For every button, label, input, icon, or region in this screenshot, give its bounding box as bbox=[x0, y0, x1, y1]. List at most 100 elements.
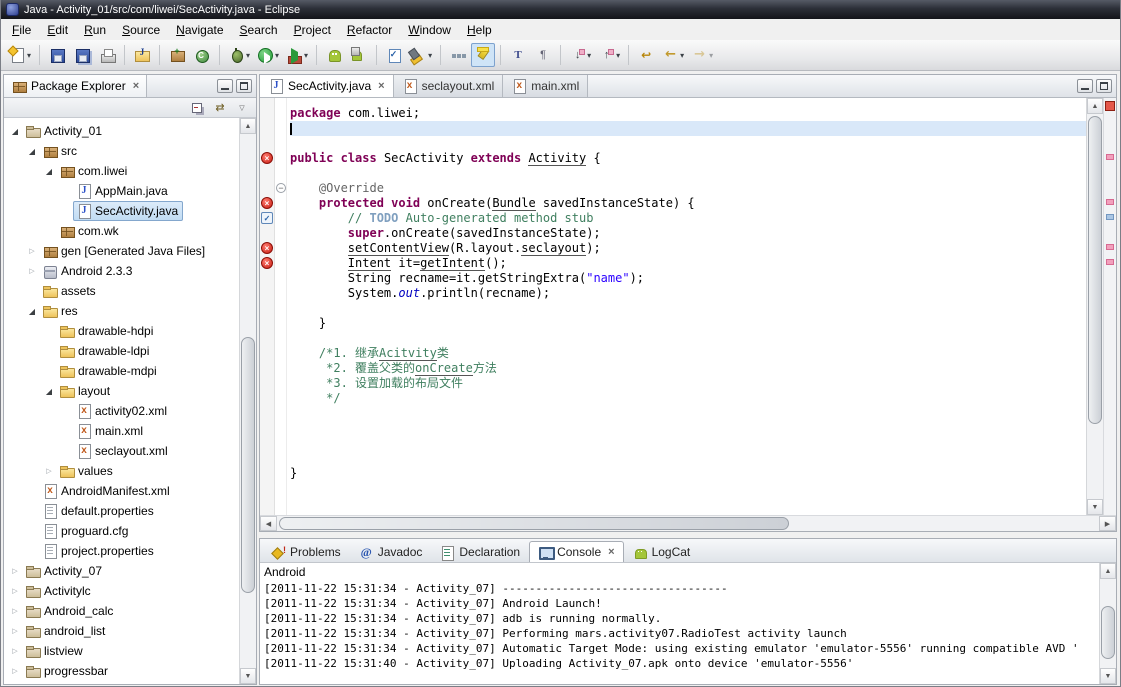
tree-item-gen-generated-java-files[interactable]: ▷gen [Generated Java Files] bbox=[4, 241, 239, 261]
tree-item-assets[interactable]: assets bbox=[4, 281, 239, 301]
menu-project[interactable]: Project bbox=[286, 21, 339, 39]
tree-item-com-liwei[interactable]: ◢com.liwei bbox=[4, 161, 239, 181]
close-tab-icon[interactable]: × bbox=[378, 80, 384, 92]
tree-scrollbar[interactable]: ▲ ▼ bbox=[239, 118, 256, 684]
overview-error-indicator[interactable] bbox=[1105, 101, 1115, 111]
show-whitespace-button[interactable] bbox=[531, 43, 555, 67]
tree-expand-arrow[interactable]: ▷ bbox=[8, 607, 22, 615]
package-explorer-tab[interactable]: Package Explorer × bbox=[4, 75, 147, 97]
editor-tab-seclayout-xml[interactable]: seclayout.xml bbox=[394, 75, 504, 97]
minimize-view-button[interactable] bbox=[217, 79, 233, 93]
console-scroll-track[interactable] bbox=[1100, 579, 1116, 668]
code-area[interactable]: package com.liwei;public class SecActivi… bbox=[287, 98, 1086, 515]
maximize-view-button[interactable] bbox=[236, 79, 252, 93]
tree-expand-arrow[interactable]: ▷ bbox=[25, 247, 39, 255]
tree-item-activity02-xml[interactable]: activity02.xml bbox=[4, 401, 239, 421]
console-output[interactable]: [2011-11-22 15:31:34 - Activity_07] ----… bbox=[264, 581, 1098, 684]
tree-collapse-arrow[interactable]: ◢ bbox=[8, 127, 22, 136]
debug-button[interactable]: ▾ bbox=[225, 43, 253, 67]
last-edit-location-button[interactable] bbox=[634, 43, 658, 67]
view-tab-declaration[interactable]: Declaration bbox=[431, 541, 529, 562]
editor-horizontal-scrollbar[interactable]: ◀ ▶ bbox=[260, 515, 1116, 531]
editor-tab-secactivity-java[interactable]: SecActivity.java× bbox=[260, 75, 394, 97]
tree-item-drawable-hdpi[interactable]: drawable-hdpi bbox=[4, 321, 239, 341]
tree-item-drawable-ldpi[interactable]: drawable-ldpi bbox=[4, 341, 239, 361]
external-tools-button[interactable]: ▾ bbox=[283, 43, 311, 67]
tree-item-project-properties[interactable]: project.properties bbox=[4, 541, 239, 561]
link-with-editor-button[interactable]: ⇄ bbox=[210, 99, 230, 116]
tree-item-activity-01[interactable]: ◢Activity_01 bbox=[4, 121, 239, 141]
save-button[interactable] bbox=[45, 43, 69, 67]
console-scrollbar[interactable]: ▲ ▼ bbox=[1099, 563, 1116, 684]
view-tab-problems[interactable]: Problems bbox=[262, 541, 350, 562]
tree-collapse-arrow[interactable]: ◢ bbox=[42, 167, 56, 176]
tree-item-proguard-cfg[interactable]: proguard.cfg bbox=[4, 521, 239, 541]
error-marker[interactable]: × bbox=[261, 197, 273, 209]
tree-collapse-arrow[interactable]: ◢ bbox=[25, 147, 39, 156]
tree-item-progressbar[interactable]: ▷progressbar bbox=[4, 661, 239, 681]
editor-scroll-thumb[interactable] bbox=[1088, 116, 1102, 424]
new-wizard-button[interactable]: ▾ bbox=[6, 43, 34, 67]
open-task-button[interactable] bbox=[382, 43, 406, 67]
tree-item-src[interactable]: ◢src bbox=[4, 141, 239, 161]
next-annotation-button[interactable]: ▾ bbox=[566, 43, 594, 67]
tree-item-com-wk[interactable]: com.wk bbox=[4, 221, 239, 241]
tree-collapse-arrow[interactable]: ◢ bbox=[25, 307, 39, 316]
menu-edit[interactable]: Edit bbox=[39, 21, 76, 39]
editor-hscroll-track[interactable] bbox=[277, 516, 1099, 531]
scroll-left-icon[interactable]: ◀ bbox=[260, 516, 277, 531]
error-marker[interactable]: × bbox=[261, 242, 273, 254]
open-type-hierarchy-button[interactable] bbox=[506, 43, 530, 67]
tree-item-appmain-java[interactable]: AppMain.java bbox=[4, 181, 239, 201]
tree-expand-arrow[interactable]: ▷ bbox=[8, 627, 22, 635]
overview-error-mark[interactable] bbox=[1106, 259, 1114, 265]
tree-expand-arrow[interactable]: ▷ bbox=[8, 567, 22, 575]
new-java-package-button[interactable] bbox=[165, 43, 189, 67]
tree-scroll-track[interactable] bbox=[240, 134, 256, 668]
menu-window[interactable]: Window bbox=[400, 21, 459, 39]
menu-file[interactable]: File bbox=[4, 21, 39, 39]
menu-navigate[interactable]: Navigate bbox=[168, 21, 231, 39]
fold-toggle[interactable]: − bbox=[276, 183, 286, 193]
menu-run[interactable]: Run bbox=[76, 21, 114, 39]
view-tab-javadoc[interactable]: Javadoc bbox=[350, 541, 432, 562]
tree-item-android-calc[interactable]: ▷Android_calc bbox=[4, 601, 239, 621]
tree-expand-arrow[interactable]: ▷ bbox=[8, 587, 22, 595]
menu-source[interactable]: Source bbox=[114, 21, 168, 39]
view-tab-logcat[interactable]: LogCat bbox=[624, 541, 700, 562]
save-all-button[interactable] bbox=[70, 43, 94, 67]
overview-error-mark[interactable] bbox=[1106, 199, 1114, 205]
editor-scroll-track[interactable] bbox=[1087, 114, 1103, 499]
tree-item-layout[interactable]: ◢layout bbox=[4, 381, 239, 401]
search-button[interactable]: ▾ bbox=[407, 43, 435, 67]
tree-item-main-xml[interactable]: main.xml bbox=[4, 421, 239, 441]
tree-expand-arrow[interactable]: ▷ bbox=[8, 647, 22, 655]
tree-item-android-list[interactable]: ▷android_list bbox=[4, 621, 239, 641]
view-tab-console[interactable]: Console× bbox=[529, 541, 623, 562]
tree-item-res[interactable]: ◢res bbox=[4, 301, 239, 321]
scroll-down-icon[interactable]: ▼ bbox=[1100, 668, 1116, 684]
mark-occurrences-button[interactable] bbox=[471, 43, 495, 67]
prev-annotation-button[interactable]: ▾ bbox=[595, 43, 623, 67]
tree-item-seclayout-xml[interactable]: seclayout.xml bbox=[4, 441, 239, 461]
tree-item-secactivity-java[interactable]: SecActivity.java bbox=[4, 201, 239, 221]
overview-task-mark[interactable] bbox=[1106, 214, 1114, 220]
close-view-icon[interactable]: × bbox=[133, 80, 139, 92]
menu-refactor[interactable]: Refactor bbox=[339, 21, 400, 39]
new-java-project-button[interactable] bbox=[130, 43, 154, 67]
scroll-down-icon[interactable]: ▼ bbox=[1087, 499, 1103, 515]
tree-item-drawable-mdpi[interactable]: drawable-mdpi bbox=[4, 361, 239, 381]
editor-vertical-scrollbar[interactable]: ▲ ▼ bbox=[1086, 98, 1103, 515]
console-scroll-thumb[interactable] bbox=[1101, 606, 1115, 659]
scroll-up-icon[interactable]: ▲ bbox=[1087, 98, 1103, 114]
editor-tab-main-xml[interactable]: main.xml bbox=[503, 75, 588, 97]
tree-item-activitylc[interactable]: ▷Activitylc bbox=[4, 581, 239, 601]
overview-error-mark[interactable] bbox=[1106, 244, 1114, 250]
scroll-down-icon[interactable]: ▼ bbox=[240, 668, 256, 684]
new-android-project-button[interactable] bbox=[322, 43, 346, 67]
new-java-class-button[interactable] bbox=[190, 43, 214, 67]
print-button[interactable] bbox=[95, 43, 119, 67]
tree-item-values[interactable]: ▷values bbox=[4, 461, 239, 481]
close-tab-icon[interactable]: × bbox=[608, 546, 614, 558]
run-button[interactable]: ▾ bbox=[254, 43, 282, 67]
